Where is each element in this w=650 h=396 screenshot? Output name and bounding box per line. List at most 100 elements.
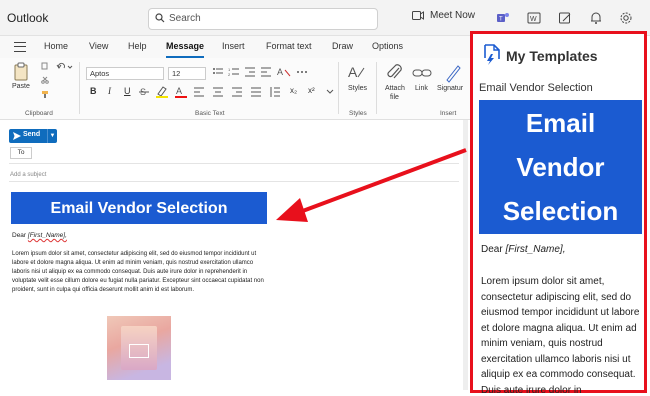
styles-group-label: Styles [349, 110, 367, 117]
my-templates-panel: My Templates Email Vendor Selection Emai… [470, 31, 647, 396]
signature-icon[interactable] [444, 62, 462, 84]
tab-view[interactable]: View [89, 41, 108, 51]
gear-icon[interactable] [619, 11, 633, 25]
insert-group-label: Insert [440, 110, 457, 117]
send-button[interactable]: Send ▼ [9, 129, 57, 143]
app-title: Outlook [7, 11, 49, 25]
svg-text:A: A [176, 86, 182, 96]
send-label: Send [23, 131, 41, 138]
send-icon [13, 132, 21, 140]
template-first-name: [First_Name], [505, 244, 566, 255]
template-body: Lorem ipsum dolor sit amet, consectetur … [481, 276, 640, 396]
meet-now-label: Meet Now [430, 10, 476, 21]
ribbon-separator [338, 62, 339, 114]
template-banner: Email Vendor Selection [479, 100, 642, 234]
paperclip-icon[interactable] [386, 62, 404, 84]
subscript-button[interactable]: x₂ [290, 86, 297, 95]
line-spacing-icon[interactable] [269, 86, 281, 98]
numbered-list-icon[interactable]: 12 [228, 66, 240, 78]
template-icon [484, 44, 500, 65]
template-image[interactable] [107, 316, 171, 380]
template-greeting: Dear [First_Name], [481, 244, 565, 255]
tab-help[interactable]: Help [128, 41, 147, 51]
template-banner-line: Vendor [516, 152, 605, 182]
styles-button[interactable]: Styles [348, 85, 367, 92]
greeting[interactable]: Dear [First_Name], [12, 232, 67, 239]
panel-title: My Templates [506, 48, 598, 64]
align-left-icon[interactable] [193, 86, 205, 98]
envelope-icon [129, 344, 149, 358]
font-size-select[interactable]: 12 [168, 67, 206, 80]
justify-icon[interactable] [250, 86, 262, 98]
format-painter-icon[interactable] [41, 90, 49, 99]
tab-message[interactable]: Message [166, 41, 204, 51]
svg-text:W: W [530, 16, 537, 23]
cut-icon[interactable] [41, 76, 49, 84]
attach-file-button[interactable]: Attach [385, 85, 405, 92]
email-banner: Email Vendor Selection [11, 192, 267, 224]
font-family-select[interactable]: Aptos [86, 67, 164, 80]
italic-button[interactable]: I [108, 86, 111, 96]
compose-pane: Send ▼ To Add a subject Email Vendor Sel… [0, 120, 463, 396]
template-name[interactable]: Email Vendor Selection [479, 82, 593, 94]
svg-text:2: 2 [228, 72, 231, 77]
tab-insert[interactable]: Insert [222, 41, 245, 51]
template-banner-line: Email [525, 108, 596, 138]
edit-note-icon[interactable] [558, 11, 572, 25]
search-input[interactable]: Search [148, 8, 378, 30]
clipboard-group-label: Clipboard [25, 110, 53, 117]
undo-icon[interactable] [56, 62, 74, 71]
bullet-list-icon[interactable] [212, 66, 224, 78]
menu-bar: Home View Help Message Insert Format tex… [0, 36, 470, 58]
align-right-icon[interactable] [231, 86, 243, 98]
ribbon-separator [79, 62, 80, 114]
ribbon: Paste Clipboard Aptos 12 12 A B I U S A … [0, 58, 470, 120]
more-options-icon[interactable] [296, 66, 308, 78]
svg-text:A: A [277, 67, 283, 77]
link-icon[interactable] [412, 66, 432, 80]
template-banner-line: Selection [502, 196, 619, 226]
meet-now-button[interactable]: Meet Now [412, 10, 475, 21]
paste-button[interactable]: Paste [12, 83, 30, 90]
teams-icon[interactable]: T [496, 11, 510, 25]
greeting-text: Dear [12, 232, 27, 239]
tab-format-text[interactable]: Format text [266, 41, 312, 51]
increase-indent-icon[interactable] [260, 66, 272, 78]
video-icon [412, 11, 424, 20]
scrollbar[interactable] [463, 120, 468, 390]
align-center-icon[interactable] [212, 86, 224, 98]
tab-options[interactable]: Options [372, 41, 403, 51]
template-greeting-text: Dear [481, 244, 503, 255]
link-button[interactable]: Link [415, 85, 428, 92]
clear-formatting-icon[interactable]: A [277, 66, 291, 78]
svg-text:T: T [499, 17, 503, 23]
basic-text-group-label: Basic Text [195, 110, 225, 117]
highlight-icon[interactable] [155, 85, 169, 99]
email-body[interactable]: Lorem ipsum dolor sit amet, consectetur … [12, 250, 270, 295]
tab-draw[interactable]: Draw [332, 41, 353, 51]
divider [9, 163, 459, 164]
clipboard-icon[interactable] [14, 62, 30, 82]
signature-button[interactable]: Signatur [437, 85, 463, 92]
copy-icon[interactable] [41, 62, 49, 70]
superscript-button[interactable]: x² [308, 86, 315, 95]
search-placeholder: Search [169, 13, 201, 24]
styles-icon[interactable]: A [346, 62, 368, 84]
chevron-down-icon[interactable] [325, 86, 335, 98]
bell-icon[interactable] [589, 11, 603, 25]
email-banner-title: Email Vendor Selection [50, 200, 228, 217]
bold-button[interactable]: B [90, 86, 97, 96]
font-color-icon[interactable]: A [174, 85, 188, 99]
hamburger-menu-icon[interactable] [14, 42, 26, 52]
underline-button[interactable]: U [124, 86, 131, 96]
to-button[interactable]: To [10, 147, 32, 159]
strikethrough-icon[interactable]: S [138, 86, 152, 98]
send-options-chevron-icon[interactable]: ▼ [47, 129, 57, 143]
subject-field[interactable]: Add a subject [10, 172, 46, 178]
search-icon [155, 13, 165, 23]
decrease-indent-icon[interactable] [244, 66, 256, 78]
word-icon[interactable]: W [527, 11, 541, 25]
ribbon-separator [376, 62, 377, 114]
divider [9, 181, 459, 182]
tab-home[interactable]: Home [44, 41, 68, 51]
